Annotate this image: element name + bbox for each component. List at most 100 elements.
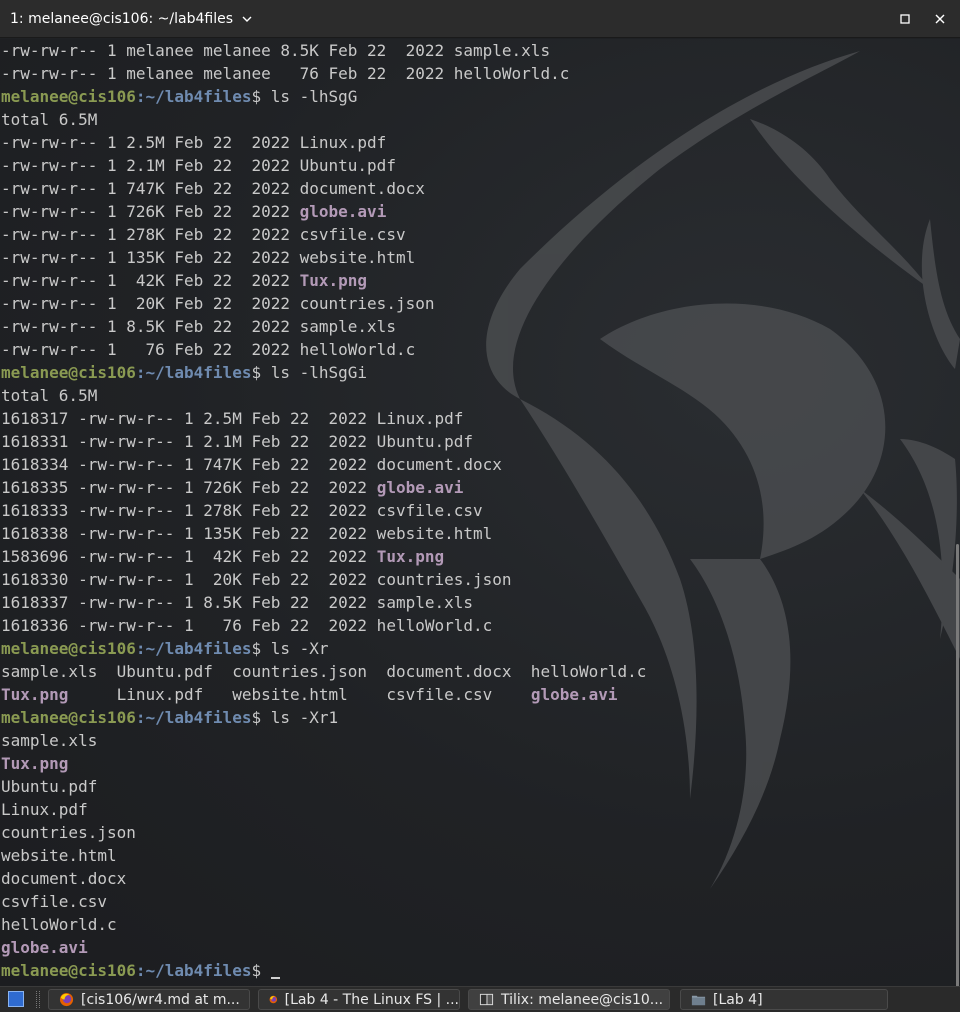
prompt-path: :~/lab4files bbox=[135, 87, 252, 106]
output-text: 1618336 -rw-rw-r-- 1 76 Feb 22 2022 hell… bbox=[1, 616, 493, 635]
output-line: -rw-rw-r-- 1 2.1M Feb 22 2022 Ubuntu.pdf bbox=[1, 154, 646, 177]
output-text: 1618317 -rw-rw-r-- 1 2.5M Feb 22 2022 Li… bbox=[1, 409, 464, 428]
output-line: Tux.png Linux.pdf website.html csvfile.c… bbox=[1, 683, 646, 706]
prompt-user-host: melanee@cis106 bbox=[1, 639, 136, 658]
terminal-output-area[interactable]: -rw-rw-r-- 1 melanee melanee 8.5K Feb 22… bbox=[0, 39, 960, 986]
output-line: sample.xls bbox=[1, 729, 646, 752]
output-text: website.html bbox=[1, 846, 117, 865]
output-line: 1618317 -rw-rw-r-- 1 2.5M Feb 22 2022 Li… bbox=[1, 407, 646, 430]
output-line: 1618334 -rw-rw-r-- 1 747K Feb 22 2022 do… bbox=[1, 453, 646, 476]
file-name-special: globe.avi bbox=[530, 685, 618, 704]
command-text: ls -lhSgG bbox=[270, 87, 358, 106]
output-text: Ubuntu.pdf bbox=[1, 777, 98, 796]
output-line: -rw-rw-r-- 1 melanee melanee 8.5K Feb 22… bbox=[1, 39, 646, 62]
taskbar-item-firefox-lab4[interactable]: [Lab 4 - The Linux FS | ... bbox=[258, 989, 460, 1010]
output-text: Linux.pdf website.html csvfile.csv bbox=[68, 685, 531, 704]
output-text: document.docx bbox=[1, 869, 127, 888]
output-text: -rw-rw-r-- 1 melanee melanee 76 Feb 22 2… bbox=[1, 64, 570, 83]
taskbar-grip[interactable] bbox=[36, 991, 40, 1008]
prompt-path: :~/lab4files bbox=[135, 961, 252, 980]
output-line: -rw-rw-r-- 1 melanee melanee 76 Feb 22 2… bbox=[1, 62, 646, 85]
prompt-symbol: $ bbox=[251, 87, 271, 106]
prompt-line: melanee@cis106:~/lab4files$ ls -lhSgG bbox=[1, 85, 646, 108]
firefox-icon bbox=[59, 992, 74, 1007]
prompt-user-host: melanee@cis106 bbox=[1, 961, 136, 980]
output-line: 1618335 -rw-rw-r-- 1 726K Feb 22 2022 gl… bbox=[1, 476, 646, 499]
tilix-icon bbox=[479, 993, 494, 1006]
text-cursor bbox=[270, 977, 280, 979]
output-line: 1618338 -rw-rw-r-- 1 135K Feb 22 2022 we… bbox=[1, 522, 646, 545]
output-text: countries.json bbox=[1, 823, 136, 842]
output-prefix: -rw-rw-r-- 1 726K Feb 22 2022 bbox=[1, 202, 300, 221]
output-line: 1583696 -rw-rw-r-- 1 42K Feb 22 2022 Tux… bbox=[1, 545, 646, 568]
prompt-path: :~/lab4files bbox=[135, 708, 252, 727]
output-line: -rw-rw-r-- 1 8.5K Feb 22 2022 sample.xls bbox=[1, 315, 646, 338]
output-line: 1618331 -rw-rw-r-- 1 2.1M Feb 22 2022 Ub… bbox=[1, 430, 646, 453]
output-line: countries.json bbox=[1, 821, 646, 844]
output-line: 1618330 -rw-rw-r-- 1 20K Feb 22 2022 cou… bbox=[1, 568, 646, 591]
terminal-scrollbar[interactable] bbox=[956, 544, 959, 986]
firefox-icon bbox=[269, 995, 278, 1004]
prompt-path: :~/lab4files bbox=[135, 363, 252, 382]
output-text: -rw-rw-r-- 1 278K Feb 22 2022 csvfile.cs… bbox=[1, 225, 406, 244]
chevron-down-icon[interactable] bbox=[241, 13, 253, 25]
prompt-user-host: melanee@cis106 bbox=[1, 87, 136, 106]
output-text: -rw-rw-r-- 1 melanee melanee 8.5K Feb 22… bbox=[1, 41, 551, 60]
output-text: 1618333 -rw-rw-r-- 1 278K Feb 22 2022 cs… bbox=[1, 501, 483, 520]
output-line: website.html bbox=[1, 844, 646, 867]
output-text: -rw-rw-r-- 1 8.5K Feb 22 2022 sample.xls bbox=[1, 317, 396, 336]
taskbar-item-firefox-wr4[interactable]: [cis106/wr4.md at m... bbox=[48, 989, 250, 1010]
prompt-symbol: $ bbox=[251, 363, 271, 382]
file-name-special: Tux.png bbox=[376, 547, 445, 566]
output-text: -rw-rw-r-- 1 76 Feb 22 2022 helloWorld.c bbox=[1, 340, 416, 359]
output-text: -rw-rw-r-- 1 747K Feb 22 2022 document.d… bbox=[1, 179, 425, 198]
prompt-path: :~/lab4files bbox=[135, 639, 252, 658]
output-text: total 6.5M bbox=[1, 386, 98, 405]
file-name-special: globe.avi bbox=[1, 938, 88, 957]
output-line: 1618337 -rw-rw-r-- 1 8.5K Feb 22 2022 sa… bbox=[1, 591, 646, 614]
output-text: total 6.5M bbox=[1, 110, 98, 129]
output-line: 1618333 -rw-rw-r-- 1 278K Feb 22 2022 cs… bbox=[1, 499, 646, 522]
prompt-user-host: melanee@cis106 bbox=[1, 363, 136, 382]
output-text: 1618337 -rw-rw-r-- 1 8.5K Feb 22 2022 sa… bbox=[1, 593, 474, 612]
file-name-special: globe.avi bbox=[299, 202, 387, 221]
output-text: 1618334 -rw-rw-r-- 1 747K Feb 22 2022 do… bbox=[1, 455, 502, 474]
command-text: ls -Xr bbox=[270, 639, 329, 658]
output-text: 1618331 -rw-rw-r-- 1 2.1M Feb 22 2022 Ub… bbox=[1, 432, 474, 451]
maximize-button[interactable] bbox=[895, 9, 915, 29]
output-line: -rw-rw-r-- 1 747K Feb 22 2022 document.d… bbox=[1, 177, 646, 200]
taskbar-item-label: [Lab 4] bbox=[713, 991, 763, 1008]
prompt-line: melanee@cis106:~/lab4files$ bbox=[1, 959, 646, 982]
show-desktop-button[interactable] bbox=[8, 991, 24, 1007]
output-line: -rw-rw-r-- 1 76 Feb 22 2022 helloWorld.c bbox=[1, 338, 646, 361]
prompt-symbol: $ bbox=[251, 639, 271, 658]
output-line: -rw-rw-r-- 1 726K Feb 22 2022 globe.avi bbox=[1, 200, 646, 223]
output-line: -rw-rw-r-- 1 135K Feb 22 2022 website.ht… bbox=[1, 246, 646, 269]
output-line: -rw-rw-r-- 1 20K Feb 22 2022 countries.j… bbox=[1, 292, 646, 315]
maximize-icon bbox=[900, 14, 910, 24]
output-text: -rw-rw-r-- 1 20K Feb 22 2022 countries.j… bbox=[1, 294, 435, 313]
output-line: globe.avi bbox=[1, 936, 646, 959]
prompt-line: melanee@cis106:~/lab4files$ ls -Xr bbox=[1, 637, 646, 660]
taskbar-item-folder-lab4[interactable]: [Lab 4] bbox=[680, 989, 888, 1010]
output-text: 1618338 -rw-rw-r-- 1 135K Feb 22 2022 we… bbox=[1, 524, 493, 543]
prompt-line: melanee@cis106:~/lab4files$ ls -Xr1 bbox=[1, 706, 646, 729]
output-line: -rw-rw-r-- 1 2.5M Feb 22 2022 Linux.pdf bbox=[1, 131, 646, 154]
output-text: Linux.pdf bbox=[1, 800, 88, 819]
output-text: csvfile.csv bbox=[1, 892, 107, 911]
terminal-session-tab[interactable]: 1: melanee@cis106: ~/lab4files bbox=[10, 0, 253, 38]
output-prefix: 1618335 -rw-rw-r-- 1 726K Feb 22 2022 bbox=[1, 478, 377, 497]
file-name-special: globe.avi bbox=[376, 478, 464, 497]
file-name-special: Tux.png bbox=[299, 271, 368, 290]
output-text: helloWorld.c bbox=[1, 915, 117, 934]
folder-icon bbox=[691, 995, 706, 1006]
taskbar-item-tilix[interactable]: Tilix: melanee@cis10... bbox=[468, 989, 670, 1010]
output-text: -rw-rw-r-- 1 135K Feb 22 2022 website.ht… bbox=[1, 248, 416, 267]
taskbar-item-label: [cis106/wr4.md at m... bbox=[81, 991, 240, 1008]
close-button[interactable] bbox=[930, 9, 950, 29]
output-line: total 6.5M bbox=[1, 108, 646, 131]
output-text: 1618330 -rw-rw-r-- 1 20K Feb 22 2022 cou… bbox=[1, 570, 512, 589]
window-title: 1: melanee@cis106: ~/lab4files bbox=[10, 11, 233, 27]
output-line: Linux.pdf bbox=[1, 798, 646, 821]
terminal-lines: -rw-rw-r-- 1 melanee melanee 8.5K Feb 22… bbox=[1, 39, 646, 982]
